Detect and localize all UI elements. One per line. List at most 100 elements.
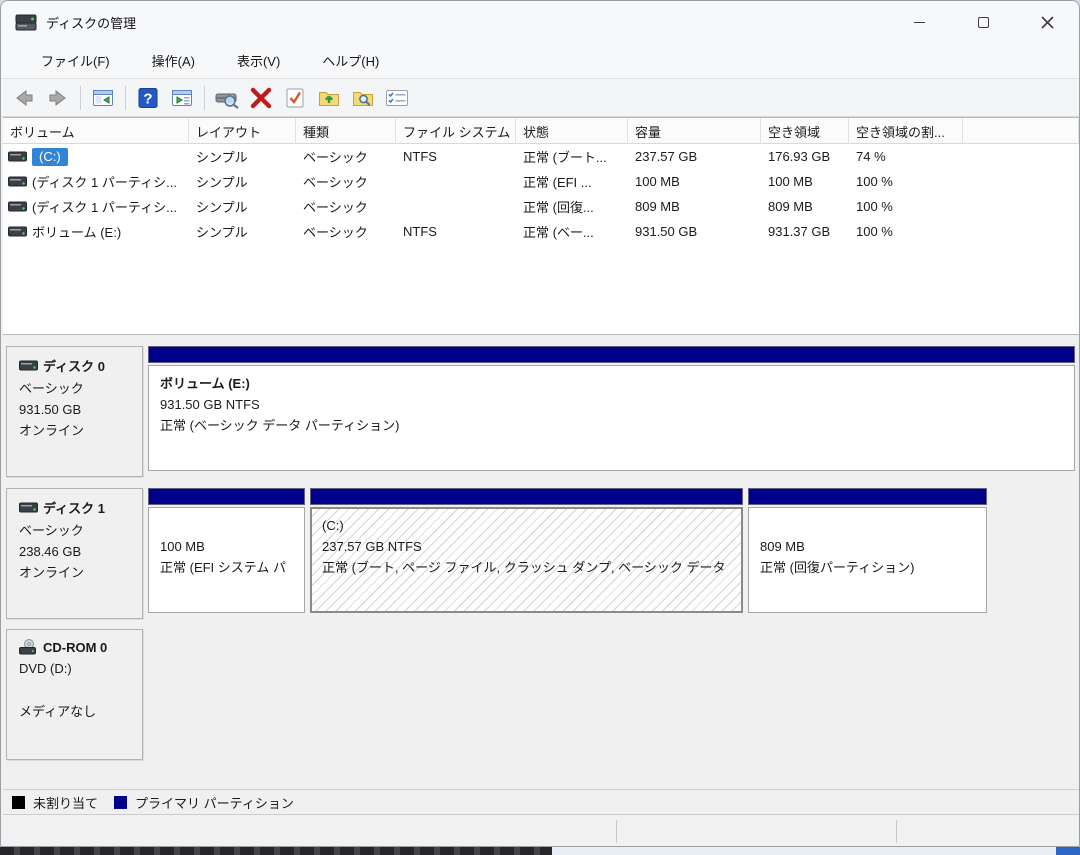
legend-bar: 未割り当て プライマリ パーティション bbox=[3, 789, 1079, 814]
partition-status: 正常 (ベーシック データ パーティション) bbox=[160, 415, 1074, 436]
col-volume[interactable]: ボリューム bbox=[3, 118, 189, 144]
open-folder-button[interactable] bbox=[314, 83, 344, 113]
disk-kind: ベーシック bbox=[19, 520, 134, 541]
status-bar bbox=[3, 814, 1079, 847]
menu-view[interactable]: 表示(V) bbox=[227, 47, 290, 74]
volume-list-header: ボリューム レイアウト 種類 ファイル システム 状態 容量 空き領域 空き領域… bbox=[3, 118, 1079, 144]
primary-partition-band bbox=[748, 488, 987, 505]
volume-capacity: 931.50 GB bbox=[628, 219, 761, 244]
view-options-button[interactable] bbox=[382, 83, 412, 113]
disk-properties-button[interactable] bbox=[212, 83, 242, 113]
volume-free: 176.93 GB bbox=[761, 144, 849, 169]
menubar: ファイル(F) 操作(A) 表示(V) ヘルプ(H) bbox=[1, 43, 1079, 79]
volume-status: 正常 (ブート... bbox=[516, 144, 628, 169]
col-layout[interactable]: レイアウト bbox=[189, 118, 296, 144]
disk-status: オンライン bbox=[19, 562, 134, 583]
menu-help[interactable]: ヘルプ(H) bbox=[312, 47, 389, 74]
delete-icon bbox=[249, 86, 273, 110]
volume-icon bbox=[8, 200, 27, 213]
action-pane-icon bbox=[170, 86, 194, 110]
background-window-strip bbox=[0, 847, 552, 855]
help-button[interactable]: ? bbox=[133, 83, 163, 113]
show-console-tree-button[interactable] bbox=[88, 83, 118, 113]
help-icon: ? bbox=[136, 86, 160, 110]
cdrom-header[interactable]: CD-ROM 0 DVD (D:) メディアなし bbox=[6, 629, 143, 760]
volume-row-recovery[interactable]: (ディスク 1 パーティシ... シンプル ベーシック 正常 (回復... 80… bbox=[3, 194, 1079, 219]
volume-icon bbox=[8, 175, 27, 188]
disk-kind: ベーシック bbox=[19, 378, 134, 399]
disk-size: 238.46 GB bbox=[19, 541, 134, 562]
primary-partition-band bbox=[148, 488, 305, 505]
toolbar: ? bbox=[1, 79, 1079, 117]
close-button[interactable] bbox=[1015, 1, 1079, 43]
show-action-pane-button[interactable] bbox=[167, 83, 197, 113]
volume-layout: シンプル bbox=[189, 144, 296, 169]
status-divider bbox=[616, 820, 617, 843]
task-check-button[interactable] bbox=[280, 83, 310, 113]
volume-row-e[interactable]: ボリューム (E:) シンプル ベーシック NTFS 正常 (ベー... 931… bbox=[3, 219, 1079, 244]
volume-free-pct: 100 % bbox=[849, 219, 963, 244]
volume-capacity: 100 MB bbox=[628, 169, 761, 194]
back-icon bbox=[12, 86, 36, 110]
volume-row-c[interactable]: (C:) シンプル ベーシック NTFS 正常 (ブート... 237.57 G… bbox=[3, 144, 1079, 169]
view-options-icon bbox=[384, 86, 410, 110]
volume-free-pct: 100 % bbox=[849, 169, 963, 194]
forward-icon bbox=[46, 86, 70, 110]
volume-type: ベーシック bbox=[296, 219, 396, 244]
disk0-row: ディスク 0 ベーシック 931.50 GB オンライン ボリューム (E:) … bbox=[3, 346, 1079, 477]
volume-row-efi[interactable]: (ディスク 1 パーティシ... シンプル ベーシック 正常 (EFI ... … bbox=[3, 169, 1079, 194]
volume-list-pane: ボリューム レイアウト 種類 ファイル システム 状態 容量 空き領域 空き領域… bbox=[3, 117, 1079, 335]
menu-action[interactable]: 操作(A) bbox=[142, 47, 205, 74]
unallocated-label: 未割り当て bbox=[33, 793, 98, 812]
col-capacity[interactable]: 容量 bbox=[628, 118, 761, 144]
volume-fs bbox=[396, 194, 516, 219]
disk1-header[interactable]: ディスク 1 ベーシック 238.46 GB オンライン bbox=[6, 488, 143, 619]
delete-volume-button[interactable] bbox=[246, 83, 276, 113]
disk-icon bbox=[19, 501, 38, 514]
app-icon bbox=[15, 12, 37, 32]
explore-folder-button[interactable] bbox=[348, 83, 378, 113]
minimize-button[interactable] bbox=[887, 1, 951, 43]
disk-status: メディアなし bbox=[19, 701, 134, 722]
disk-name: ディスク 0 bbox=[43, 356, 105, 375]
col-status[interactable]: 状態 bbox=[516, 118, 628, 144]
titlebar: ディスクの管理 bbox=[1, 1, 1079, 43]
volume-status: 正常 (ベー... bbox=[516, 219, 628, 244]
volume-layout: シンプル bbox=[189, 219, 296, 244]
primary-partition-band bbox=[148, 346, 1075, 363]
partition-recovery[interactable]: 809 MB 正常 (回復パーティション) bbox=[748, 488, 987, 619]
desktop-background-strip bbox=[0, 847, 1080, 855]
maximize-button[interactable] bbox=[951, 1, 1015, 43]
partition-e[interactable]: ボリューム (E:) 931.50 GB NTFS 正常 (ベーシック データ … bbox=[148, 346, 1075, 477]
partition-status: 正常 (EFI システム パ bbox=[160, 557, 304, 578]
partition-status: 正常 (回復パーティション) bbox=[760, 557, 986, 578]
window-controls bbox=[887, 1, 1079, 43]
col-free-pct[interactable]: 空き領域の割... bbox=[849, 118, 963, 144]
col-type[interactable]: 種類 bbox=[296, 118, 396, 144]
volume-name: (C:) bbox=[32, 148, 68, 166]
disk-management-window: ディスクの管理 ファイル(F) 操作(A) 表示(V) ヘルプ(H) bbox=[0, 0, 1080, 847]
disk0-header[interactable]: ディスク 0 ベーシック 931.50 GB オンライン bbox=[6, 346, 143, 477]
screen: ディスクの管理 ファイル(F) 操作(A) 表示(V) ヘルプ(H) bbox=[0, 0, 1080, 855]
volume-free: 809 MB bbox=[761, 194, 849, 219]
partition-c[interactable]: (C:) 237.57 GB NTFS 正常 (ブート, ページ ファイル, ク… bbox=[310, 488, 743, 619]
col-filesystem[interactable]: ファイル システム bbox=[396, 118, 516, 144]
primary-partition-swatch bbox=[114, 796, 127, 809]
cdrom-icon bbox=[19, 639, 38, 655]
volume-free: 931.37 GB bbox=[761, 219, 849, 244]
menu-file[interactable]: ファイル(F) bbox=[31, 47, 120, 74]
disk-icon bbox=[19, 359, 38, 372]
volume-name: ボリューム (E:) bbox=[32, 222, 121, 241]
volume-type: ベーシック bbox=[296, 194, 396, 219]
partition-efi[interactable]: 100 MB 正常 (EFI システム パ bbox=[148, 488, 305, 619]
back-button[interactable] bbox=[9, 83, 39, 113]
col-filler bbox=[963, 118, 1079, 144]
volume-fs bbox=[396, 169, 516, 194]
disk-kind: DVD (D:) bbox=[19, 658, 134, 679]
col-free-space[interactable]: 空き領域 bbox=[761, 118, 849, 144]
volume-status: 正常 (EFI ... bbox=[516, 169, 628, 194]
forward-button[interactable] bbox=[43, 83, 73, 113]
partition-size: 931.50 GB NTFS bbox=[160, 394, 1074, 415]
console-tree-icon bbox=[91, 86, 115, 110]
disk-name: CD-ROM 0 bbox=[43, 640, 107, 655]
